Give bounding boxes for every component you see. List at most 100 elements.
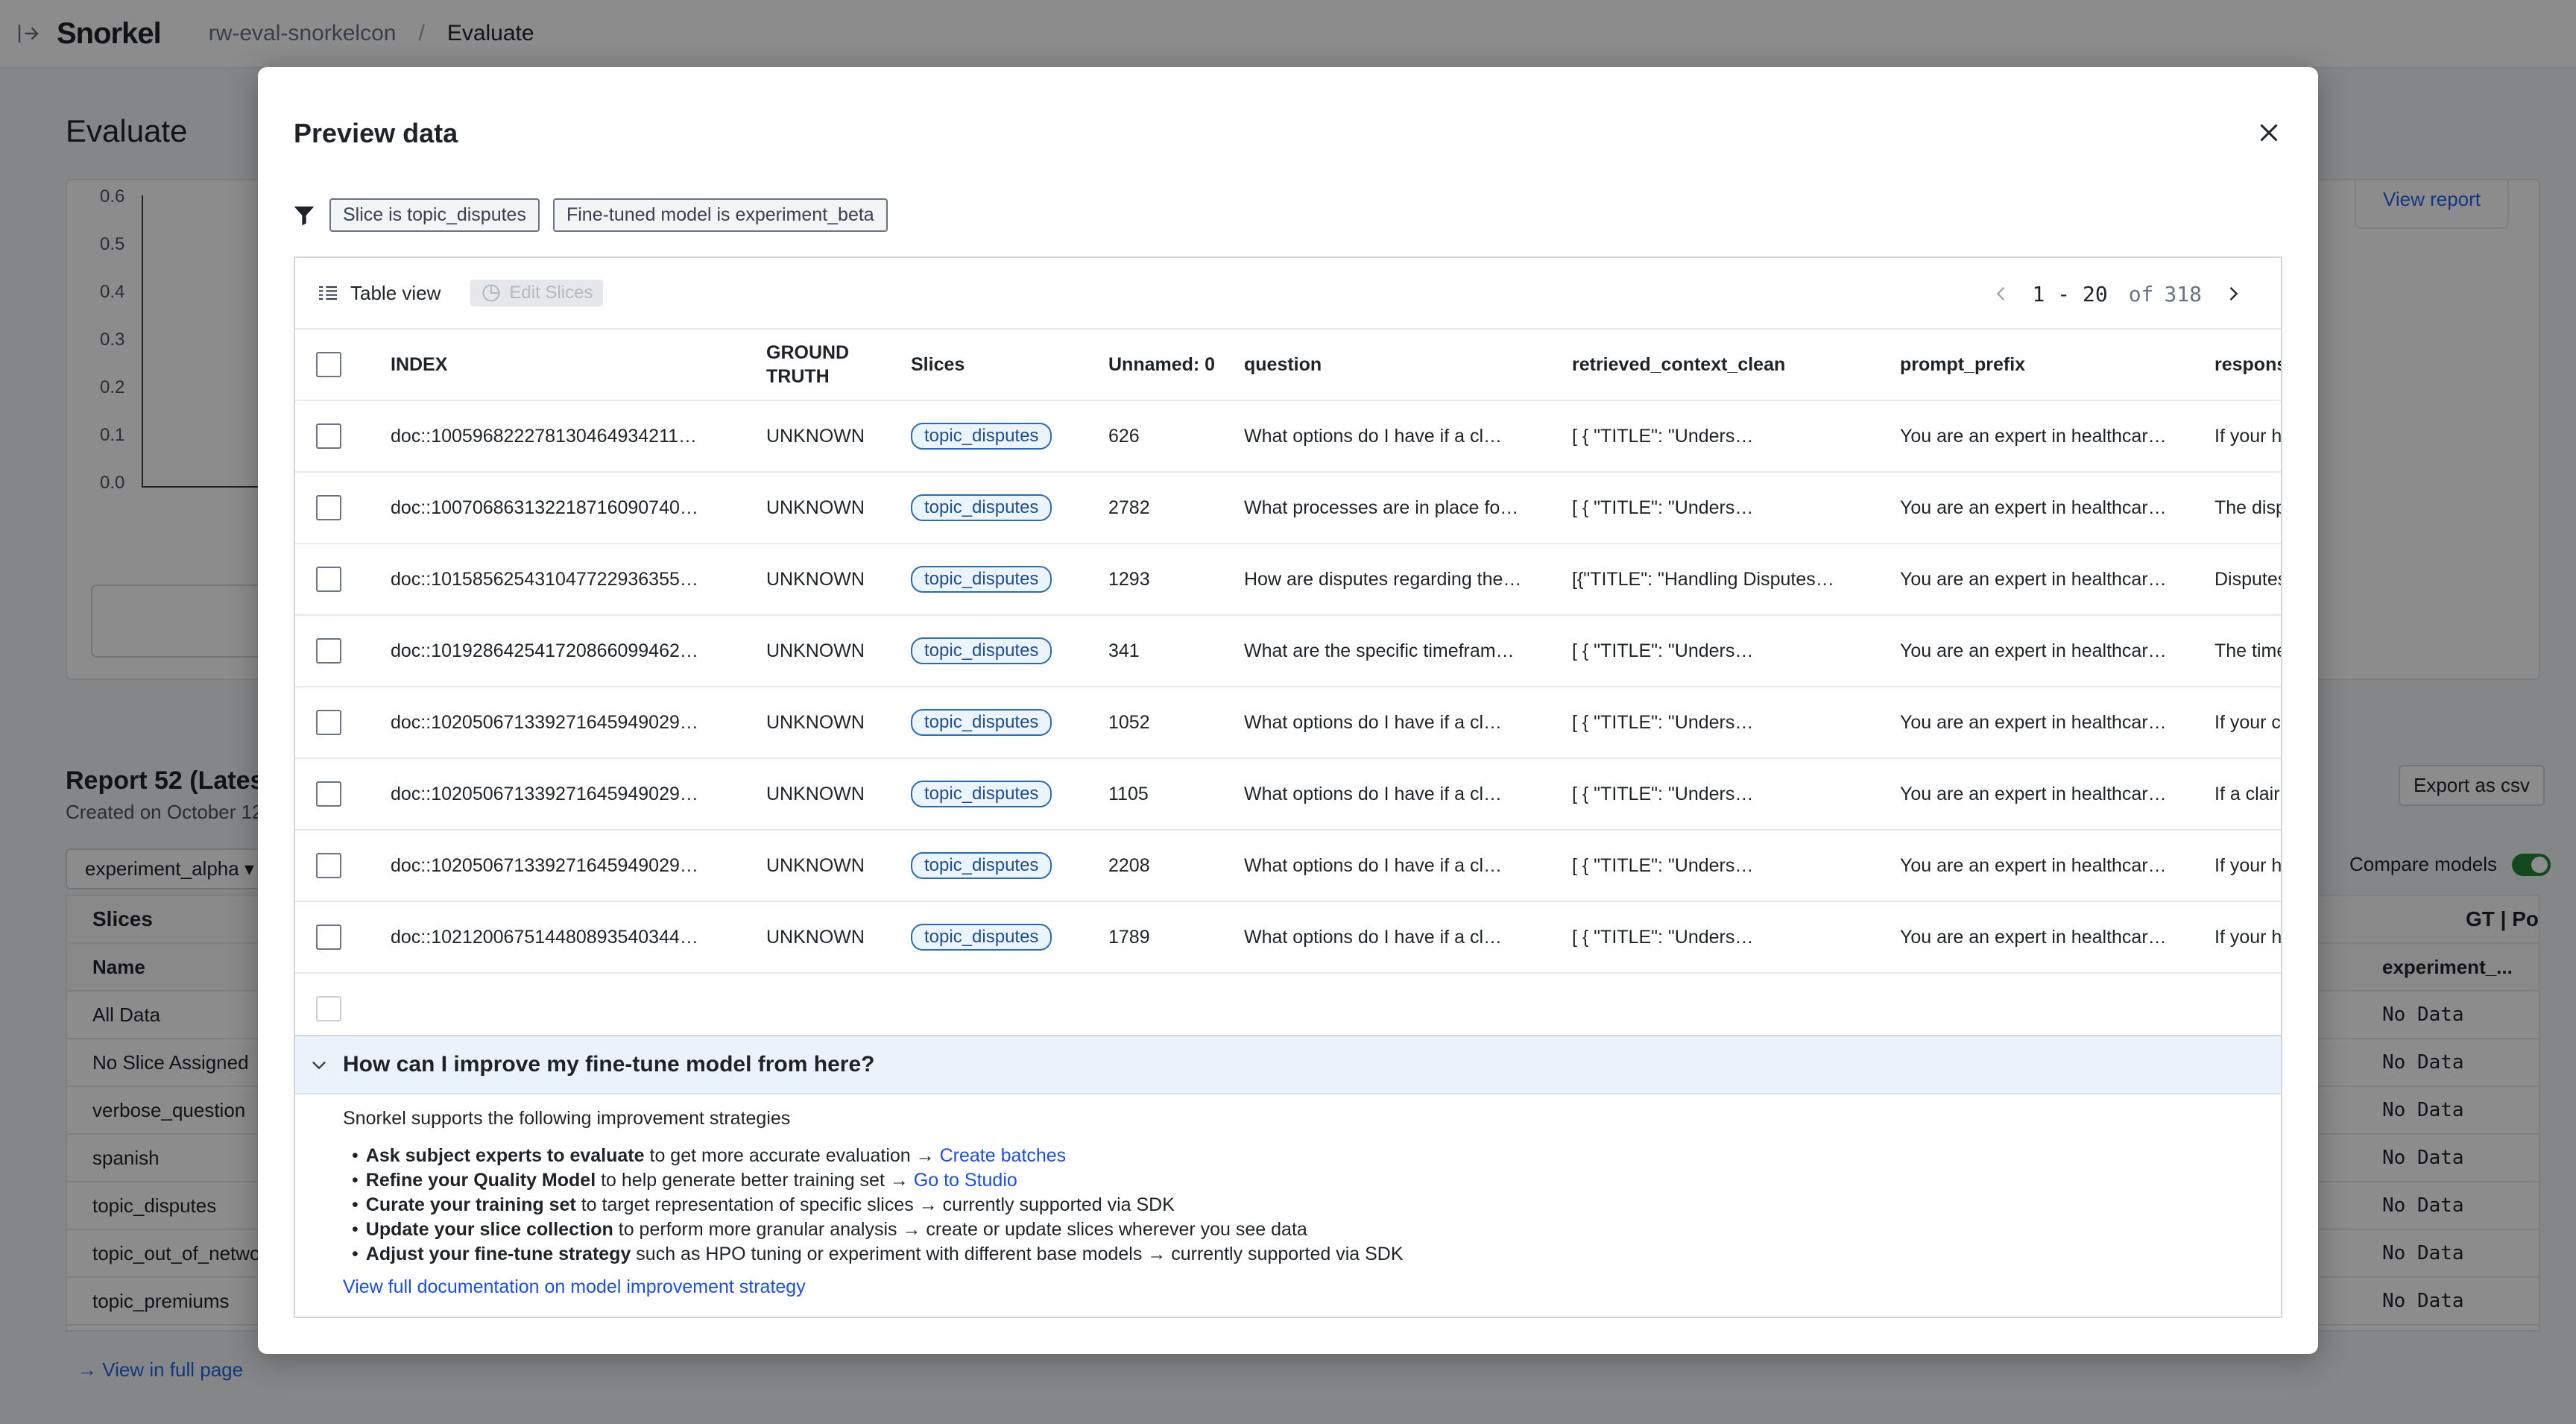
context-cell: [ { "TITLE": "Unders…: [1572, 711, 1754, 733]
row-checkbox[interactable]: [316, 996, 341, 1021]
preview-data-modal: Preview data Slice is topic_disputes Fin…: [258, 67, 2318, 1354]
table-view-icon[interactable]: [316, 281, 340, 305]
context-cell: [ { "TITLE": "Unders…: [1572, 497, 1754, 518]
slice-tag[interactable]: topic_disputes: [911, 637, 1052, 664]
slice-cell: topic_disputes: [911, 924, 1108, 951]
ground-truth-cell: UNKNOWN: [766, 568, 865, 590]
pager-total: 318: [2164, 281, 2202, 306]
slice-cell: topic_disputes: [911, 566, 1108, 593]
strategy-list: Ask subject experts to evaluate to get m…: [352, 1144, 1404, 1267]
index-cell: doc::101585625431047722936355…: [391, 568, 698, 590]
ground-truth-cell: UNKNOWN: [766, 854, 865, 876]
row-checkbox[interactable]: [316, 781, 341, 807]
column-header-unnamed[interactable]: Unnamed: 0: [1108, 353, 1244, 377]
chevron-left-icon[interactable]: [1991, 283, 2012, 304]
ground-truth-cell: UNKNOWN: [766, 497, 865, 518]
unnamed-cell: 341: [1108, 640, 1140, 661]
row-checkbox[interactable]: [316, 495, 341, 520]
help-accordion-header[interactable]: How can I improve my fine-tune model fro…: [295, 1036, 2281, 1094]
response-cell: The disp: [2214, 497, 2282, 518]
modal-title: Preview data: [294, 118, 458, 148]
response-cell: If a clair: [2214, 783, 2280, 804]
prompt-prefix-cell: You are an expert in healthcar…: [1900, 425, 2167, 447]
edit-slices-button[interactable]: Edit Slices: [470, 280, 604, 306]
unnamed-cell: 1052: [1108, 711, 1150, 733]
unnamed-cell: 1105: [1108, 783, 1149, 804]
index-cell: doc::101928642541720866099462…: [391, 640, 698, 661]
slice-cell: topic_disputes: [911, 781, 1108, 807]
documentation-link[interactable]: View full documentation on model improve…: [343, 1276, 806, 1298]
slice-tag[interactable]: topic_disputes: [911, 494, 1052, 521]
row-checkbox[interactable]: [316, 423, 341, 449]
index-cell: doc::100706863132218716090740…: [391, 497, 698, 518]
pager-range: 1 - 20: [2032, 281, 2108, 306]
create-batches-link[interactable]: Create batches: [940, 1145, 1067, 1166]
question-cell: What options do I have if a cl…: [1244, 854, 1503, 876]
strategy-item: Adjust your fine-tune strategy such as H…: [352, 1242, 1404, 1267]
response-cell: The time: [2214, 640, 2282, 661]
row-checkbox[interactable]: [316, 710, 341, 735]
question-cell: What options do I have if a cl…: [1244, 425, 1503, 447]
context-cell: [{"TITLE": "Handling Disputes…: [1572, 568, 1834, 590]
table-header-row: INDEX GROUND TRUTH Slices Unnamed: 0 que…: [295, 330, 2281, 401]
row-checkbox[interactable]: [316, 924, 341, 950]
column-header-slices[interactable]: Slices: [911, 353, 1108, 377]
column-header-question[interactable]: question: [1244, 353, 1572, 377]
unnamed-cell: 1293: [1108, 568, 1150, 590]
chevron-down-icon[interactable]: [309, 1054, 329, 1075]
slice-tag[interactable]: topic_disputes: [911, 924, 1052, 951]
row-checkbox[interactable]: [316, 853, 341, 878]
response-cell: If your h: [2214, 854, 2282, 876]
slice-tag[interactable]: topic_disputes: [911, 709, 1052, 736]
slice-tag[interactable]: topic_disputes: [911, 852, 1052, 879]
ground-truth-cell: UNKNOWN: [766, 926, 865, 948]
context-cell: [ { "TITLE": "Unders…: [1572, 926, 1754, 948]
filter-chip-model[interactable]: Fine-tuned model is experiment_beta: [552, 198, 888, 232]
data-table: Table view Edit Slices 1 - 20 of 318 IND…: [294, 256, 2282, 1078]
prompt-prefix-cell: You are an expert in healthcar…: [1900, 926, 2167, 948]
slice-tag[interactable]: topic_disputes: [911, 423, 1052, 450]
strategy-item: Ask subject experts to evaluate to get m…: [352, 1144, 1404, 1168]
response-cell: If your h: [2214, 926, 2282, 948]
column-header-context[interactable]: retrieved_context_clean: [1572, 353, 1900, 377]
pager: 1 - 20 of 318: [1991, 258, 2244, 330]
table-row[interactable]: doc::100706863132218716090740… UNKNOWN top…: [295, 473, 2282, 544]
filter-icon[interactable]: [292, 204, 316, 227]
row-checkbox[interactable]: [316, 638, 341, 664]
row-checkbox[interactable]: [316, 567, 341, 592]
help-title: How can I improve my fine-tune model fro…: [343, 1052, 875, 1077]
response-cell: If your h: [2214, 425, 2282, 447]
question-cell: What processes are in place fo…: [1244, 497, 1519, 518]
data-grid: INDEX GROUND TRUTH Slices Unnamed: 0 que…: [295, 330, 2282, 1045]
chevron-right-icon[interactable]: [2223, 283, 2244, 304]
table-row[interactable]: doc::102050671339271645949029… UNKNOWN top…: [295, 831, 2282, 902]
table-row[interactable]: doc::101928642541720866099462… UNKNOWN top…: [295, 616, 2282, 687]
prompt-prefix-cell: You are an expert in healthcar…: [1900, 497, 2167, 518]
filter-row: Slice is topic_disputes Fine-tuned model…: [292, 198, 888, 232]
unnamed-cell: 2782: [1108, 497, 1150, 518]
table-row[interactable]: doc::100596822278130464934211… UNKNOWN top…: [295, 401, 2282, 473]
column-header-index[interactable]: INDEX: [391, 353, 766, 377]
table-row[interactable]: doc::102050671339271645949029… UNKNOWN top…: [295, 687, 2281, 759]
ground-truth-cell: UNKNOWN: [766, 425, 865, 447]
table-view-label[interactable]: Table view: [350, 282, 441, 305]
column-header-ground-truth[interactable]: GROUND TRUTH: [766, 341, 911, 388]
column-header-response[interactable]: respons: [2214, 353, 2281, 377]
table-row[interactable]: doc::101585625431047722936355… UNKNOWN top…: [295, 544, 2281, 616]
column-header-prompt-prefix[interactable]: prompt_prefix: [1900, 353, 2214, 377]
select-all-checkbox[interactable]: [316, 352, 341, 377]
context-cell: [ { "TITLE": "Unders…: [1572, 854, 1754, 876]
unnamed-cell: 626: [1108, 425, 1140, 447]
go-to-studio-link[interactable]: Go to Studio: [914, 1170, 1017, 1191]
filter-chip-slice[interactable]: Slice is topic_disputes: [329, 198, 540, 232]
context-cell: [ { "TITLE": "Unders…: [1572, 783, 1754, 804]
question-cell: What options do I have if a cl…: [1244, 783, 1503, 804]
table-row[interactable]: doc::102120067514480893540344… UNKNOWN top…: [295, 902, 2282, 974]
table-row[interactable]: doc::102050671339271645949029… UNKNOWN top…: [295, 759, 2281, 831]
index-cell: doc::100596822278130464934211…: [391, 425, 698, 447]
prompt-prefix-cell: You are an expert in healthcar…: [1900, 783, 2167, 804]
slice-cell: topic_disputes: [911, 637, 1108, 664]
slice-tag[interactable]: topic_disputes: [911, 781, 1052, 807]
close-icon[interactable]: [2255, 119, 2282, 146]
slice-tag[interactable]: topic_disputes: [911, 566, 1052, 593]
